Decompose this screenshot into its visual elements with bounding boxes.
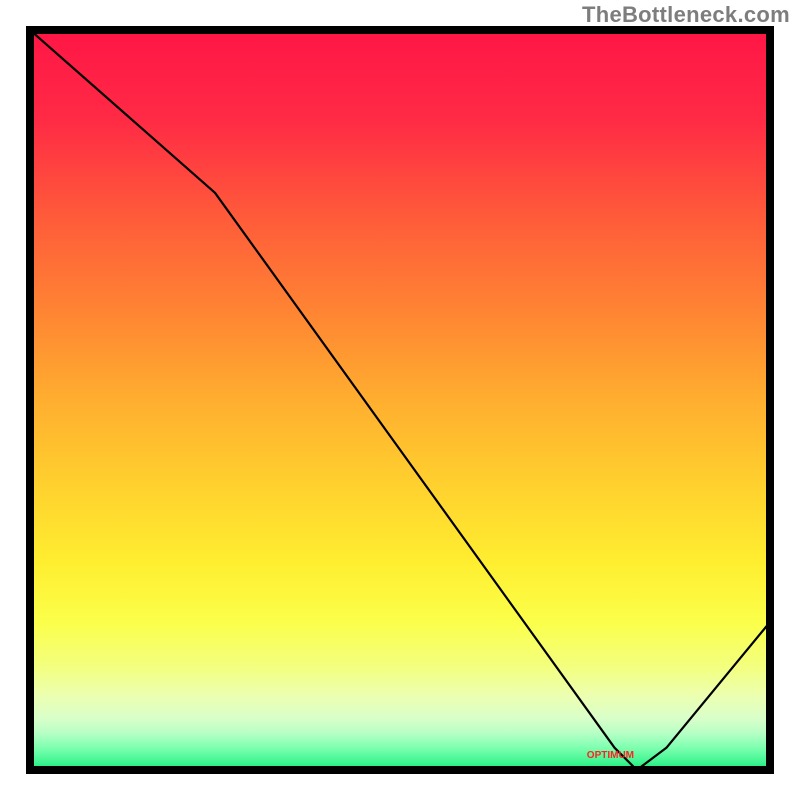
optimum-annotation: OPTIMUM: [587, 750, 634, 761]
plot-background: [30, 30, 770, 770]
chart-container: TheBottleneck.com: [0, 0, 800, 800]
bottleneck-chart: [0, 0, 800, 800]
